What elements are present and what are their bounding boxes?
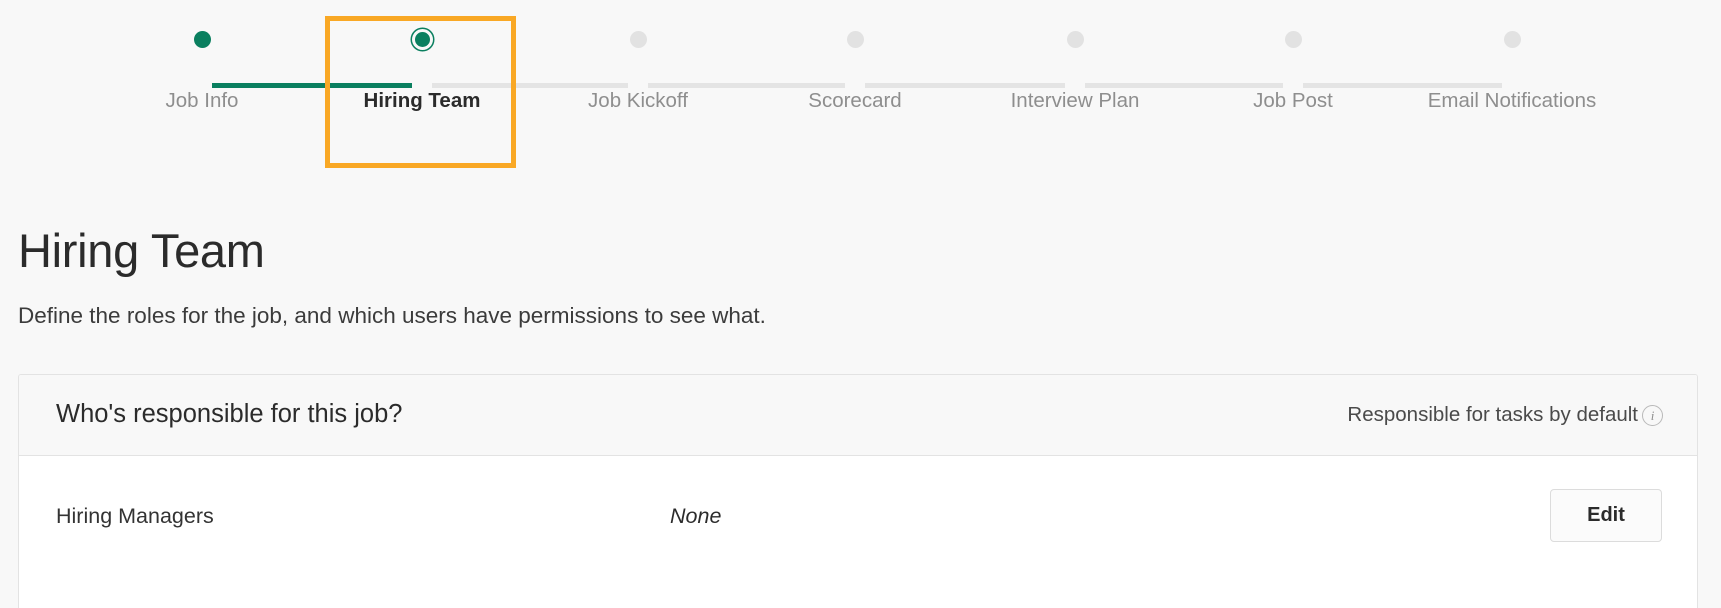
stepper-label-job-info: Job Info bbox=[165, 89, 239, 112]
stepper-dot-email-notifications bbox=[1503, 30, 1521, 48]
job-setup-stepper: Job Info Hiring Team Job Kickoff Scoreca… bbox=[0, 0, 1721, 170]
stepper-connector-3 bbox=[648, 82, 845, 88]
stepper-dot-wrap-job-info bbox=[112, 0, 292, 78]
stepper-connector-6 bbox=[1303, 82, 1502, 88]
table-row: Hiring Managers None Edit bbox=[19, 456, 1697, 608]
stepper-connector-5 bbox=[1085, 82, 1283, 88]
stepper-dot-job-info bbox=[193, 30, 211, 48]
stepper-connector-4 bbox=[865, 82, 1065, 88]
stepper-label-email-notifications: Email Notifications bbox=[1427, 89, 1597, 112]
stepper-label-scorecard: Scorecard bbox=[808, 89, 902, 112]
stepper-label-job-kickoff: Job Kickoff bbox=[588, 89, 688, 112]
card-body: Hiring Managers None Edit bbox=[19, 456, 1697, 608]
info-icon[interactable]: i bbox=[1642, 404, 1663, 426]
stepper-connector-1 bbox=[212, 82, 412, 88]
stepper-dot-hiring-team bbox=[414, 31, 430, 47]
role-name: Hiring Managers bbox=[56, 504, 214, 528]
stepper-dot-job-post bbox=[1284, 30, 1302, 48]
edit-button[interactable]: Edit bbox=[1550, 489, 1662, 542]
page-subtitle: Define the roles for the job, and which … bbox=[18, 302, 766, 328]
stepper-label-interview-plan: Interview Plan bbox=[1010, 89, 1140, 112]
stepper-dot-wrap-job-post bbox=[1203, 0, 1383, 78]
card-header: Who's responsible for this job? Responsi… bbox=[19, 375, 1697, 456]
stepper-label-job-post: Job Post bbox=[1253, 89, 1333, 112]
stepper-label-hiring-team: Hiring Team bbox=[363, 89, 481, 112]
card-header-right: Responsible for tasks by default i bbox=[1347, 402, 1663, 426]
stepper-dot-interview-plan bbox=[1066, 30, 1084, 48]
responsible-by-default-label: Responsible for tasks by default bbox=[1347, 402, 1638, 426]
hiring-team-card: Who's responsible for this job? Responsi… bbox=[18, 374, 1698, 608]
stepper-dot-wrap-scorecard bbox=[765, 0, 945, 78]
stepper-dot-wrap-interview-plan bbox=[985, 0, 1165, 78]
stepper-dot-wrap-hiring-team bbox=[332, 0, 512, 78]
stepper-dot-wrap-email-notifications bbox=[1422, 0, 1602, 78]
stepper-connector-2 bbox=[432, 82, 628, 88]
stepper-dot-wrap-job-kickoff bbox=[548, 0, 728, 78]
page-title: Hiring Team bbox=[18, 224, 265, 278]
role-value: None bbox=[670, 504, 722, 528]
card-header-title: Who's responsible for this job? bbox=[56, 400, 403, 429]
stepper-dot-scorecard bbox=[846, 30, 864, 48]
stepper-dot-job-kickoff bbox=[629, 30, 647, 48]
